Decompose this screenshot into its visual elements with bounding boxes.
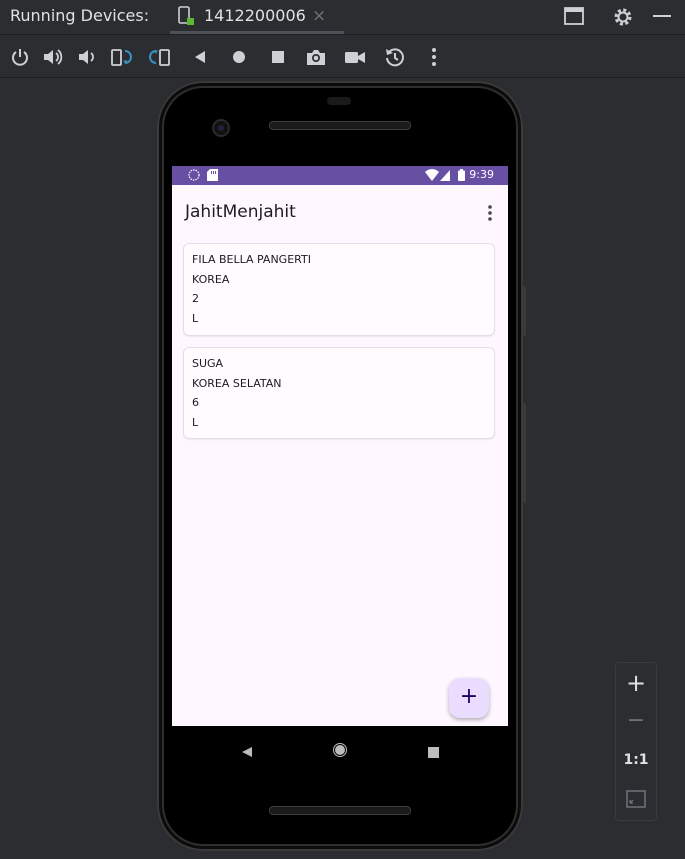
zoom-out-button[interactable]: − [616,708,656,733]
device-screen[interactable]: 9:39 JahitMenjahit FILA BELLA PANGERTI K… [172,166,508,726]
panel-title: Running Devices: [10,6,150,25]
power-icon[interactable] [9,46,31,68]
card-quantity: 2 [192,292,199,305]
nav-home-icon[interactable] [333,742,347,761]
volume-up-icon[interactable] [42,46,64,68]
proximity-sensor [327,97,351,105]
video-icon[interactable] [344,46,366,68]
settings-gear-icon[interactable] [612,6,634,32]
status-time: 9:39 [469,168,494,181]
nav-back-icon[interactable] [241,743,253,762]
zoom-in-button[interactable]: + [616,669,656,697]
overview-square-icon[interactable] [267,46,289,68]
close-tab-icon[interactable]: × [312,6,326,26]
wifi-icon [425,169,439,184]
power-side-button[interactable] [521,286,526,336]
more-vertical-icon[interactable] [423,46,445,68]
phone-frame: 9:39 JahitMenjahit FILA BELLA PANGERTI K… [157,81,526,851]
top-speaker [269,121,411,130]
card-origin: KOREA SELATAN [192,376,282,390]
list-item-card[interactable]: FILA BELLA PANGERTI KOREA 2 L [184,244,494,335]
cell-signal-icon [440,170,450,184]
camera-icon[interactable] [305,46,327,68]
app-title: JahitMenjahit [185,202,296,222]
actual-size-button[interactable]: 1:1 [616,752,656,768]
card-size: L [192,415,199,429]
device-icon [178,6,196,30]
emulator-toolbar [0,35,685,78]
list-item-card[interactable]: SUGA KOREA SELATAN 6 L [184,348,494,438]
nav-recents-icon[interactable] [428,743,439,762]
app-bar: JahitMenjahit [172,185,508,241]
system-nav-bar [172,726,508,774]
battery-icon [458,169,465,184]
card-name: SUGA [192,357,224,370]
device-display-area: 9:39 JahitMenjahit FILA BELLA PANGERTI K… [0,78,685,859]
sd-card-icon [207,169,218,184]
fit-screen-icon[interactable] [626,790,646,812]
home-circle-icon[interactable] [228,46,250,68]
back-triangle-icon[interactable] [189,46,211,68]
status-bar: 9:39 [172,166,508,185]
zoom-controls: + − 1:1 [615,662,657,821]
device-tab[interactable]: 1412200006 × [170,0,344,34]
bottom-speaker [269,806,411,815]
card-size: L [192,311,199,325]
snapshot-restore-icon[interactable] [384,46,406,68]
rotate-left-icon[interactable] [110,46,132,68]
card-origin: KOREA [192,272,230,286]
volume-side-button[interactable] [521,403,526,503]
card-quantity: 6 [192,396,199,409]
card-name: FILA BELLA PANGERTI [192,253,311,266]
device-tab-label: 1412200006 [204,6,306,25]
rotate-right-icon[interactable] [149,46,171,68]
maximize-icon[interactable] [563,6,585,30]
volume-down-icon[interactable] [76,46,98,68]
overflow-menu-icon[interactable] [482,203,498,223]
title-bar: Running Devices: 1412200006 × [0,0,685,35]
front-camera [212,119,230,137]
notification-dot-icon [188,169,200,184]
tab-underline [170,31,344,34]
minimize-icon[interactable] [651,6,673,30]
add-fab-button[interactable]: + [449,678,489,718]
